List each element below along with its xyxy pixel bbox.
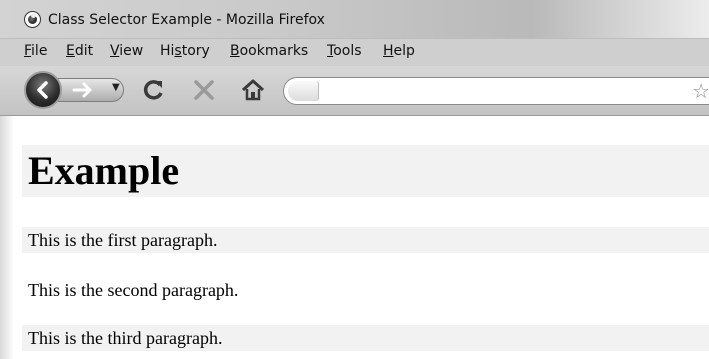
- back-button[interactable]: [24, 71, 62, 109]
- menu-accesskey: T: [327, 43, 334, 59]
- star-icon[interactable]: ☆: [692, 80, 709, 102]
- forward-button[interactable]: [70, 81, 100, 99]
- forward-icon: [72, 82, 92, 98]
- page-heading: Example: [22, 145, 709, 197]
- page-content: Example This is the first paragraph. Thi…: [0, 116, 709, 359]
- home-icon: [241, 79, 265, 101]
- menu-tools[interactable]: Tools: [327, 43, 362, 59]
- menu-accesskey: H: [383, 43, 394, 59]
- menu-accesskey: s: [174, 43, 182, 59]
- menu-bookmarks[interactable]: Bookmarks: [230, 43, 308, 59]
- reload-icon: [143, 80, 163, 100]
- menu-accesskey: V: [110, 43, 120, 59]
- home-button[interactable]: [240, 78, 266, 102]
- browser-window: Class Selector Example - Mozilla Firefox…: [0, 0, 709, 359]
- paragraph-second: This is the second paragraph.: [28, 280, 239, 300]
- site-identity-button[interactable]: [288, 81, 319, 101]
- stop-icon: [194, 80, 214, 100]
- back-icon: [37, 81, 48, 99]
- menu-help[interactable]: Help: [383, 43, 415, 59]
- menu-file[interactable]: File: [24, 43, 47, 59]
- paragraph-first: This is the first paragraph.: [22, 227, 709, 253]
- menu-view[interactable]: View: [110, 43, 143, 59]
- menu-edit[interactable]: Edit: [66, 43, 93, 59]
- title-bar: Class Selector Example - Mozilla Firefox: [0, 0, 709, 38]
- back-forward-group: ▼: [24, 71, 128, 109]
- history-dropdown-icon[interactable]: ▼: [112, 82, 120, 93]
- firefox-icon[interactable]: [24, 11, 41, 28]
- menu-bar: File Edit View History Bookmarks Tools H…: [0, 38, 709, 66]
- paragraph-third: This is the third paragraph.: [22, 325, 709, 351]
- stop-button[interactable]: [192, 78, 216, 102]
- menu-history[interactable]: History: [160, 43, 210, 59]
- menu-accesskey: F: [24, 43, 32, 59]
- url-bar[interactable]: ☆: [283, 77, 709, 105]
- navigation-toolbar: ▼ ☆: [0, 66, 709, 116]
- reload-button[interactable]: [142, 78, 166, 102]
- window-title: Class Selector Example - Mozilla Firefox: [48, 12, 325, 28]
- url-input[interactable]: [324, 82, 678, 102]
- menu-accesskey: E: [66, 43, 75, 59]
- menu-accesskey: B: [230, 43, 240, 59]
